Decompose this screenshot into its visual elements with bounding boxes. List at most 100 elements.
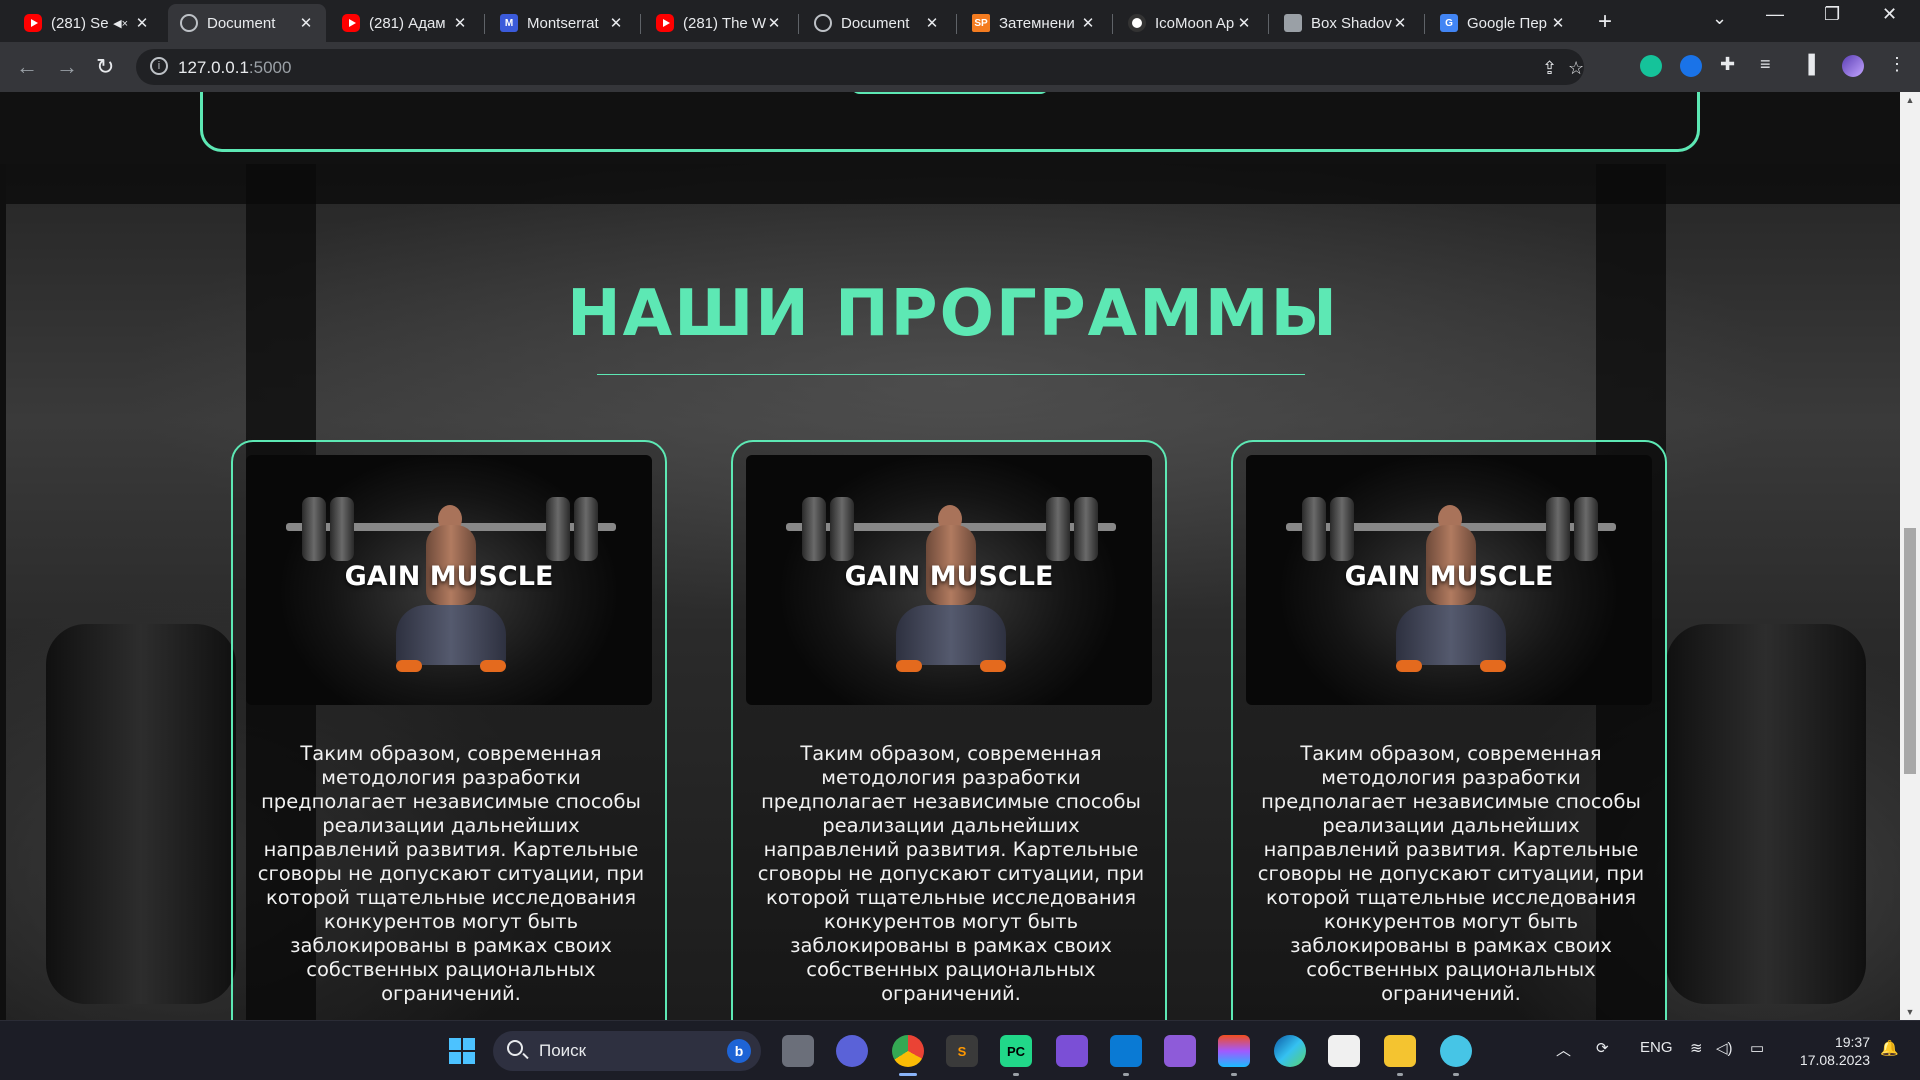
close-tab-icon[interactable]: ✕	[1550, 14, 1566, 32]
lifter-shoe	[980, 660, 1006, 672]
font-site-icon: M	[500, 14, 518, 32]
bg-weight-plate	[46, 624, 236, 1004]
menu-kebab-icon[interactable]: ⋮	[1888, 54, 1906, 75]
grammarly-extension-icon[interactable]	[1640, 55, 1662, 77]
close-window-icon[interactable]: ✕	[1882, 4, 1897, 25]
barbell-plate	[1302, 497, 1326, 561]
close-tab-icon[interactable]: ✕	[608, 14, 624, 32]
visual-studio-icon[interactable]	[1056, 1035, 1088, 1067]
volume-icon[interactable]: ◁)	[1716, 1039, 1733, 1057]
browser-tab[interactable]: (281) Se ◀× ✕	[12, 4, 162, 42]
app-icon[interactable]	[1440, 1035, 1472, 1067]
close-tab-icon[interactable]: ✕	[298, 14, 314, 32]
page-viewport: НАШИ ПРОГРАММЫ GAIN MUSCLE Таким образом…	[0, 92, 1900, 1020]
windows-taskbar: Поиск b S PC ︿ ⟳ ENG ≋ ◁) ▭ 19:37 17.08.…	[0, 1020, 1920, 1080]
program-image: GAIN MUSCLE	[1246, 455, 1652, 705]
edge-icon[interactable]	[1274, 1035, 1306, 1067]
program-card[interactable]: GAIN MUSCLE Таким образом, современная м…	[231, 440, 667, 1020]
scroll-up-arrow-icon[interactable]: ▲	[1900, 92, 1920, 108]
barbell-plate	[830, 497, 854, 561]
tab-separator	[956, 14, 957, 34]
taskbar-search[interactable]: Поиск b	[493, 1031, 761, 1071]
lifter-shoe	[480, 660, 506, 672]
close-tab-icon[interactable]: ✕	[1392, 14, 1408, 32]
browser-tab[interactable]: SP Затемнени ✕	[960, 4, 1108, 42]
browser-tab[interactable]: M Montserrat ✕	[488, 4, 636, 42]
media-queue-icon[interactable]: ≡	[1760, 54, 1771, 75]
close-tab-icon[interactable]: ✕	[924, 14, 940, 32]
windows-start-icon[interactable]	[446, 1035, 478, 1067]
browser-tab[interactable]: (281) The W ✕	[644, 4, 794, 42]
visual-studio-preview-icon[interactable]	[1164, 1035, 1196, 1067]
restore-icon[interactable]: ❐	[1824, 4, 1840, 25]
back-arrow-icon[interactable]: ←	[16, 54, 38, 80]
sync-icon[interactable]: ⟳	[1596, 1039, 1609, 1057]
scroll-thumb[interactable]	[1904, 528, 1916, 774]
site-info-icon[interactable]: i	[150, 57, 168, 75]
search-icon	[507, 1040, 523, 1056]
program-card[interactable]: GAIN MUSCLE Таким образом, современная м…	[731, 440, 1167, 1020]
extensions-puzzle-icon[interactable]: ✚	[1720, 54, 1735, 75]
vscode-icon[interactable]	[1110, 1035, 1142, 1067]
browser-tab[interactable]: G Google Пер ✕	[1428, 4, 1578, 42]
browser-tab[interactable]: (281) Адам ✕	[330, 4, 480, 42]
file-explorer-icon[interactable]	[1384, 1035, 1416, 1067]
running-app-indicator	[1231, 1073, 1237, 1076]
notifications-icon[interactable]: 🔔	[1880, 1039, 1899, 1057]
close-tab-icon[interactable]: ✕	[1236, 14, 1252, 32]
wifi-icon[interactable]: ≋	[1690, 1039, 1703, 1057]
url-text[interactable]: 127.0.0.1:5000	[178, 58, 291, 78]
show-hidden-icons-chevron-icon[interactable]: ︿	[1556, 1039, 1571, 1060]
barbell-plate	[802, 497, 826, 561]
bing-icon[interactable]: b	[727, 1039, 751, 1063]
globe-icon	[814, 14, 832, 32]
globe-icon	[180, 14, 198, 32]
browser-tab-strip: (281) Se ◀× ✕ Document ✕ (281) Адам ✕ M …	[0, 0, 1920, 42]
profile-avatar[interactable]	[1842, 55, 1864, 77]
tab-search-chevron-icon[interactable]: ⌄	[1712, 8, 1727, 29]
reload-icon[interactable]: ↻	[96, 54, 114, 80]
browser-tab[interactable]: IcoMoon Ap ✕	[1116, 4, 1264, 42]
side-panel-icon[interactable]: ▐	[1802, 54, 1815, 75]
input-language[interactable]: ENG	[1640, 1039, 1673, 1056]
close-tab-icon[interactable]: ✕	[134, 14, 150, 32]
teams-chat-icon[interactable]	[836, 1035, 868, 1067]
close-tab-icon[interactable]: ✕	[766, 14, 782, 32]
star-bookmark-icon[interactable]: ☆	[1568, 58, 1584, 79]
taskbar-clock[interactable]: 19:37 17.08.2023	[1790, 1033, 1870, 1069]
program-title: GAIN MUSCLE	[844, 561, 1054, 592]
lifter-shoe	[1396, 660, 1422, 672]
browser-tab[interactable]: Document ✕	[802, 4, 952, 42]
microsoft-store-icon[interactable]	[1328, 1035, 1360, 1067]
forward-arrow-icon[interactable]: →	[56, 54, 78, 80]
address-bar[interactable]: i 127.0.0.1:5000 ⇪ ☆	[136, 49, 1584, 85]
figma-icon[interactable]	[1218, 1035, 1250, 1067]
chrome-icon[interactable]	[892, 1035, 924, 1067]
close-tab-icon[interactable]: ✕	[1080, 14, 1096, 32]
share-icon[interactable]: ⇪	[1542, 58, 1557, 79]
close-tab-icon[interactable]: ✕	[452, 14, 468, 32]
barbell-plate	[330, 497, 354, 561]
scroll-down-arrow-icon[interactable]: ▼	[1900, 1004, 1920, 1020]
barbell-plate	[302, 497, 326, 561]
page-scrollbar[interactable]: ▲ ▼	[1900, 92, 1920, 1020]
sublime-text-icon[interactable]: S	[946, 1035, 978, 1067]
program-card[interactable]: GAIN MUSCLE Таким образом, современная м…	[1231, 440, 1667, 1020]
media-extension-icon[interactable]	[1680, 55, 1702, 77]
browser-tab[interactable]: Box Shadov ✕	[1272, 4, 1420, 42]
minimize-icon[interactable]: —	[1766, 4, 1784, 25]
previous-section-button-edge[interactable]	[850, 92, 1050, 94]
lifter-shoe	[396, 660, 422, 672]
program-image: GAIN MUSCLE	[246, 455, 652, 705]
tab-title: (281) Se	[51, 14, 109, 32]
tab-title: Затемнени	[999, 14, 1075, 32]
new-tab-button[interactable]: +	[1598, 8, 1612, 36]
browser-tab-active[interactable]: Document ✕	[168, 4, 326, 42]
pycharm-icon[interactable]: PC	[1000, 1035, 1032, 1067]
google-translate-icon: G	[1440, 14, 1458, 32]
speaker-muted-icon[interactable]: ◀×	[113, 17, 128, 30]
battery-icon[interactable]: ▭	[1750, 1039, 1764, 1057]
search-label: Поиск	[539, 1041, 587, 1060]
lifter-legs	[396, 605, 506, 665]
task-view-icon[interactable]	[782, 1035, 814, 1067]
